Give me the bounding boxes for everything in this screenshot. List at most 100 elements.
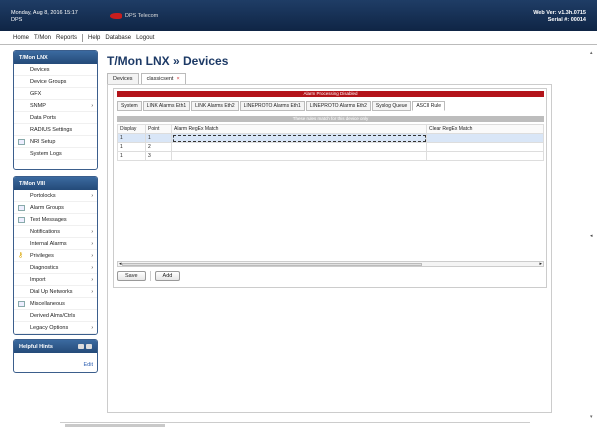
table-horizontal-scrollbar[interactable]: ◂ ▸: [117, 261, 544, 267]
menu-database[interactable]: Database: [105, 35, 131, 41]
logo-text: DPS Telecom: [125, 13, 159, 19]
close-icon[interactable]: ×: [176, 76, 179, 82]
alarm-processing-banner: Alarm Processing Disabled: [117, 91, 544, 97]
lock-icon[interactable]: [78, 344, 84, 349]
sidebar-item-privileges[interactable]: ⚷ Privileges ›: [14, 250, 97, 262]
sidebar-item-data-ports[interactable]: Data Ports: [14, 112, 97, 124]
page-horizontal-scrollbar[interactable]: [60, 422, 530, 427]
menu-logout[interactable]: Logout: [136, 35, 154, 41]
sidebar-tmon-lnx: T/Mon LNX Devices Device Groups GFX SNMP…: [13, 50, 98, 170]
scroll-down-icon[interactable]: ▾: [590, 414, 593, 420]
datetime: Monday, Aug 8, 2016 15:17: [11, 10, 78, 16]
sidebar-item-snmp[interactable]: SNMP ›: [14, 100, 97, 112]
tab-syslog-queue[interactable]: Syslog Queue: [371, 101, 412, 111]
table-header-row: Display Point Alarm RegEx Match Clear Re…: [117, 124, 544, 134]
sidebar-item-legacy[interactable]: Legacy Options ›: [14, 322, 97, 334]
cell-display[interactable]: 1: [117, 151, 146, 161]
edit-link[interactable]: Edit: [84, 362, 93, 368]
sidebar-item-miscellaneous[interactable]: Miscellaneous: [14, 298, 97, 310]
sidebar-item-derived[interactable]: Derived Alms/Ctrls: [14, 310, 97, 322]
save-button[interactable]: Save: [117, 271, 146, 281]
tab-link-alarms-eth1[interactable]: LINK Alarms Eth1: [142, 101, 191, 111]
tab-devices[interactable]: Devices: [107, 73, 139, 84]
sidebar-item-label: Dial Up Networks: [30, 288, 73, 295]
tab-label: Devices: [113, 76, 133, 82]
panel-icons: [78, 344, 92, 349]
top-banner: Monday, Aug 8, 2016 15:17 DPS DPS Teleco…: [0, 0, 597, 31]
sidebar-item-internal-alarms[interactable]: Internal Alarms ›: [14, 238, 97, 250]
sidebar-item-label: Diagnostics: [30, 264, 59, 271]
sidebar-item-label: Internal Alarms: [30, 240, 67, 247]
sidebar-item-device-groups[interactable]: Device Groups: [14, 76, 97, 88]
button-divider: [149, 271, 151, 281]
cell-clear-regex[interactable]: [426, 151, 544, 161]
scroll-right-icon[interactable]: ▸: [539, 261, 542, 267]
cell-display[interactable]: 1: [117, 142, 146, 152]
col-display: Display: [117, 124, 146, 134]
tab-ascii-rule[interactable]: ASCII Rule: [412, 101, 446, 111]
chevron-right-icon: ›: [91, 228, 93, 235]
tab-link-alarms-eth2[interactable]: LINK Alarms Eth2: [191, 101, 239, 111]
misc-icon: [18, 301, 25, 307]
sidebar-item-label: GFX: [30, 90, 42, 97]
sidebar-item-nri-setup[interactable]: NRI Setup: [14, 136, 97, 148]
sidebar-item-radius[interactable]: RADIUS Settings: [14, 124, 97, 136]
menu-bar: Home T/Mon Reports Help Database Logout: [0, 31, 597, 45]
table-row[interactable]: 1 2: [117, 142, 544, 152]
sidebar-item-label: Notifications: [30, 228, 60, 235]
sidebar-item-system-logs[interactable]: System Logs: [14, 148, 97, 160]
rules-notice: These rules match for this device only: [117, 116, 544, 122]
tab-lineproto-eth1[interactable]: LINEPROTO Alarms Eth1: [239, 101, 305, 111]
sidebar-item-text-messages[interactable]: Text Messages: [14, 214, 97, 226]
table-row[interactable]: 1 3: [117, 151, 544, 161]
sidebar-item-dialup[interactable]: Dial Up Networks ›: [14, 286, 97, 298]
tab-classicsent[interactable]: classicsent ×: [140, 73, 186, 84]
sidebar-item-label: SNMP: [30, 102, 46, 109]
menu-reports[interactable]: Reports: [56, 35, 77, 41]
sidebar-item-label: Text Messages: [30, 216, 67, 223]
cell-point[interactable]: 3: [145, 151, 172, 161]
tab-lineproto-eth2[interactable]: LINEPROTO Alarms Eth2: [305, 101, 371, 111]
chevron-right-icon: ›: [91, 276, 93, 283]
sidebar-item-notifications[interactable]: Notifications ›: [14, 226, 97, 238]
sidebar-item-gfx[interactable]: GFX: [14, 88, 97, 100]
menu-home[interactable]: Home: [13, 35, 29, 41]
cell-point[interactable]: 1: [145, 133, 172, 143]
alarm-groups-icon: [18, 205, 25, 211]
text-messages-icon: [18, 217, 25, 223]
cell-clear-regex[interactable]: [426, 142, 544, 152]
panel-title: T/Mon VIII: [14, 177, 97, 190]
nri-icon: [18, 139, 25, 145]
device-tabs: Devices classicsent ×: [107, 73, 186, 84]
sidebar-item-alarm-groups[interactable]: Alarm Groups: [14, 202, 97, 214]
cell-point[interactable]: 2: [145, 142, 172, 152]
menu-tmon[interactable]: T/Mon: [34, 35, 51, 41]
page-title: T/Mon LNX » Devices: [107, 54, 229, 68]
cell-alarm-regex[interactable]: [171, 133, 427, 143]
panel-title: Helpful Hints: [19, 343, 53, 350]
add-button[interactable]: Add: [154, 271, 181, 281]
menu-help[interactable]: Help: [88, 35, 100, 41]
chevron-right-icon: ›: [91, 192, 93, 199]
cell-display[interactable]: 1: [117, 133, 146, 143]
sidebar-item-label: Import: [30, 276, 46, 283]
scroll-up-icon[interactable]: ▴: [590, 50, 593, 56]
cell-alarm-regex[interactable]: [171, 151, 427, 161]
scrollbar-thumb[interactable]: [122, 263, 422, 266]
sidebar-item-label: Legacy Options: [30, 324, 69, 331]
settings-icon[interactable]: [86, 344, 92, 349]
scroll-marker-icon[interactable]: ◂: [590, 233, 593, 239]
tab-system[interactable]: System: [117, 101, 142, 111]
device-panel: Alarm Processing Disabled System LINK Al…: [113, 88, 547, 288]
sidebar-item-portolocks[interactable]: Portolocks ›: [14, 190, 97, 202]
sidebar-item-devices[interactable]: Devices: [14, 64, 97, 76]
cell-alarm-regex[interactable]: [171, 142, 427, 152]
menu-divider: [82, 33, 84, 42]
table-row[interactable]: 1 1: [117, 133, 544, 143]
page-vertical-scrollbar[interactable]: ▴ ◂ ▾: [590, 50, 595, 420]
sidebar-item-import[interactable]: Import ›: [14, 274, 97, 286]
version-block: Web Ver: v1.3h.0715 Serial #: 00014: [533, 10, 586, 24]
cell-clear-regex[interactable]: [426, 133, 544, 143]
sidebar-item-diagnostics[interactable]: Diagnostics ›: [14, 262, 97, 274]
scrollbar-thumb[interactable]: [65, 424, 165, 427]
